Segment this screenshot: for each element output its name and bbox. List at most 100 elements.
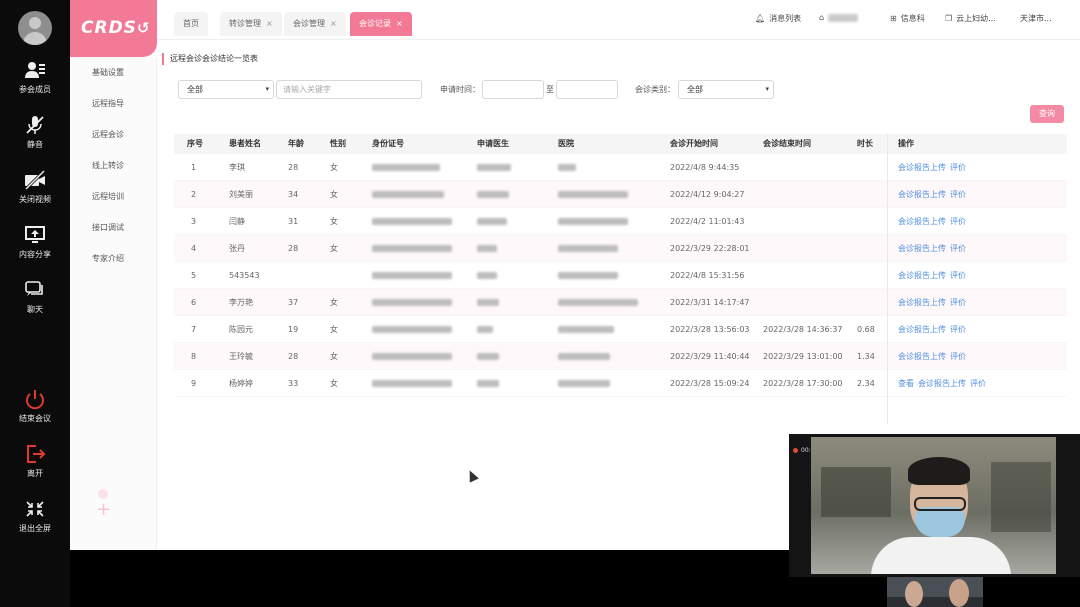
cell-hospital-redacted bbox=[558, 262, 618, 289]
redacted-blur bbox=[558, 380, 610, 387]
redacted-blur bbox=[477, 191, 509, 198]
cell-no: 3 bbox=[191, 217, 197, 226]
sidebar: 基础设置 远程指导 远程会诊 线上转诊 远程培训 接口调试 专家介绍 + bbox=[70, 57, 157, 550]
app-logo[interactable]: CRDS↺ bbox=[70, 0, 157, 57]
cloud-link[interactable]: ❐ 云上妇幼... bbox=[945, 13, 996, 24]
tab-label: 转诊管理 bbox=[229, 19, 261, 28]
share-screen-icon bbox=[25, 226, 45, 243]
cell-age: 31 bbox=[288, 217, 299, 226]
cell-age: 19 bbox=[288, 325, 299, 334]
close-icon[interactable]: × bbox=[330, 19, 337, 28]
end-meeting-label: 结束会议 bbox=[19, 414, 51, 423]
query-button[interactable]: 查询 bbox=[1030, 105, 1064, 123]
redacted-blur bbox=[558, 353, 610, 360]
cell-hospital-redacted bbox=[558, 289, 638, 316]
tab-consultation-records[interactable]: 会诊记录 × bbox=[350, 12, 412, 36]
cell-name: 李万艳 bbox=[229, 298, 253, 307]
sidebar-item-remote-guidance[interactable]: 远程指导 bbox=[70, 88, 156, 119]
mute-mic-icon bbox=[26, 116, 44, 134]
messages-link[interactable]: 🔔︎ 消息列表 bbox=[755, 13, 801, 24]
range-to-label: 至 bbox=[546, 85, 554, 94]
cell-doctor-redacted bbox=[477, 343, 499, 370]
sidebar-item-interface-debug[interactable]: 接口调试 bbox=[70, 212, 156, 243]
cloud-label: 云上妇幼... bbox=[956, 14, 996, 23]
cell-doctor-redacted bbox=[477, 154, 511, 181]
cell-age: 33 bbox=[288, 379, 299, 388]
cell-start: 2022/4/8 9:44:35 bbox=[670, 163, 740, 172]
cell-start: 2022/4/12 9:04:27 bbox=[670, 190, 745, 199]
scope-select[interactable]: 全部 ▾ bbox=[178, 80, 274, 99]
cell-no: 7 bbox=[191, 325, 197, 334]
sidebar-item-remote-training[interactable]: 远程培训 bbox=[70, 181, 156, 212]
tab-referral-management[interactable]: 转诊管理 × bbox=[220, 12, 282, 36]
self-view-thumbnail[interactable] bbox=[887, 577, 983, 607]
video-off-button[interactable]: 关闭视频 bbox=[0, 170, 70, 205]
cell-id-number-redacted bbox=[372, 370, 452, 397]
keyword-input[interactable]: 请输入关键字 bbox=[276, 80, 422, 99]
cell-gender: 女 bbox=[330, 379, 338, 388]
cell-age: 34 bbox=[288, 190, 299, 199]
start-date-input[interactable] bbox=[482, 80, 544, 99]
power-icon bbox=[26, 390, 44, 409]
cell-end: 2022/3/28 14:36:37 bbox=[763, 325, 843, 334]
redacted-blur bbox=[558, 245, 618, 252]
cell-gender: 女 bbox=[330, 325, 338, 334]
home-icon: ⌂ bbox=[819, 13, 825, 22]
cell-id-number-redacted bbox=[372, 154, 440, 181]
cell-doctor-redacted bbox=[477, 181, 509, 208]
cell-id-number-redacted bbox=[372, 262, 452, 289]
cell-doctor-redacted bbox=[477, 262, 497, 289]
sidebar-item-remote-consultation[interactable]: 远程会诊 bbox=[70, 119, 156, 150]
background-cabinet bbox=[991, 462, 1051, 532]
cell-name: 陈园元 bbox=[229, 325, 253, 334]
participants-label: 参会成员 bbox=[19, 85, 51, 94]
type-select[interactable]: 全部 ▾ bbox=[678, 80, 774, 99]
thumbnail-person bbox=[905, 581, 923, 607]
department-link[interactable]: ⊞ 信息科 bbox=[890, 13, 925, 24]
cell-gender: 女 bbox=[330, 298, 338, 307]
chevron-down-icon: ▾ bbox=[765, 85, 769, 93]
header-duration: 时长 bbox=[857, 139, 873, 148]
tab-home[interactable]: 首页 bbox=[174, 12, 208, 36]
redacted-blur bbox=[372, 218, 452, 225]
mute-button[interactable]: 静音 bbox=[0, 115, 70, 150]
department-label: 信息科 bbox=[900, 14, 925, 23]
sidebar-item-basic-settings[interactable]: 基础设置 bbox=[70, 57, 156, 88]
home-user-link[interactable]: ⌂ bbox=[819, 13, 859, 22]
cell-id-number-redacted bbox=[372, 181, 444, 208]
chat-button[interactable]: 聊天 bbox=[0, 280, 70, 315]
end-meeting-button[interactable]: 结束会议 bbox=[0, 389, 70, 424]
cell-start: 2022/3/28 13:56:03 bbox=[670, 325, 750, 334]
cell-duration: 1.34 bbox=[857, 352, 875, 361]
sidebar-item-expert-intro[interactable]: 专家介绍 bbox=[70, 243, 156, 274]
close-icon[interactable]: × bbox=[266, 19, 273, 28]
cell-doctor-redacted bbox=[477, 316, 493, 343]
exit-fullscreen-button[interactable]: 退出全屏 bbox=[0, 499, 70, 534]
cell-age: 28 bbox=[288, 352, 299, 361]
cell-age: 28 bbox=[288, 244, 299, 253]
leave-button[interactable]: 离开 bbox=[0, 444, 70, 479]
tab-consultation-management[interactable]: 会诊管理 × bbox=[284, 12, 346, 36]
person-body bbox=[871, 537, 1011, 574]
video-tile[interactable]: 00:00:29 bbox=[789, 434, 1080, 577]
city-link[interactable]: 天津市... bbox=[1020, 13, 1052, 24]
sidebar-item-online-referral[interactable]: 线上转诊 bbox=[70, 150, 156, 181]
redacted-blur bbox=[372, 380, 452, 387]
cell-hospital-redacted bbox=[558, 208, 628, 235]
top-bar: 首页 转诊管理 × 会诊管理 × 会诊记录 × 🔔︎ 消息列表 ⌂ ⊞ 信息科 ❐ 云上妇幼… bbox=[157, 0, 1080, 40]
user-avatar[interactable] bbox=[18, 11, 52, 45]
background-shelf bbox=[821, 467, 891, 517]
copy-icon: ❐ bbox=[945, 14, 953, 23]
share-content-button[interactable]: 内容分享 bbox=[0, 225, 70, 260]
cell-doctor-redacted bbox=[477, 208, 507, 235]
cell-start: 2022/3/29 11:40:44 bbox=[670, 352, 750, 361]
close-icon[interactable]: × bbox=[396, 19, 403, 28]
exit-fullscreen-icon bbox=[26, 501, 44, 517]
logo-swirl-icon: ↺ bbox=[136, 19, 151, 37]
redacted-blur bbox=[477, 164, 511, 171]
participants-button[interactable]: 参会成员 bbox=[0, 60, 70, 95]
cell-no: 8 bbox=[191, 352, 197, 361]
cell-id-number-redacted bbox=[372, 316, 452, 343]
end-date-input[interactable] bbox=[556, 80, 618, 99]
redacted-blur bbox=[558, 218, 628, 225]
